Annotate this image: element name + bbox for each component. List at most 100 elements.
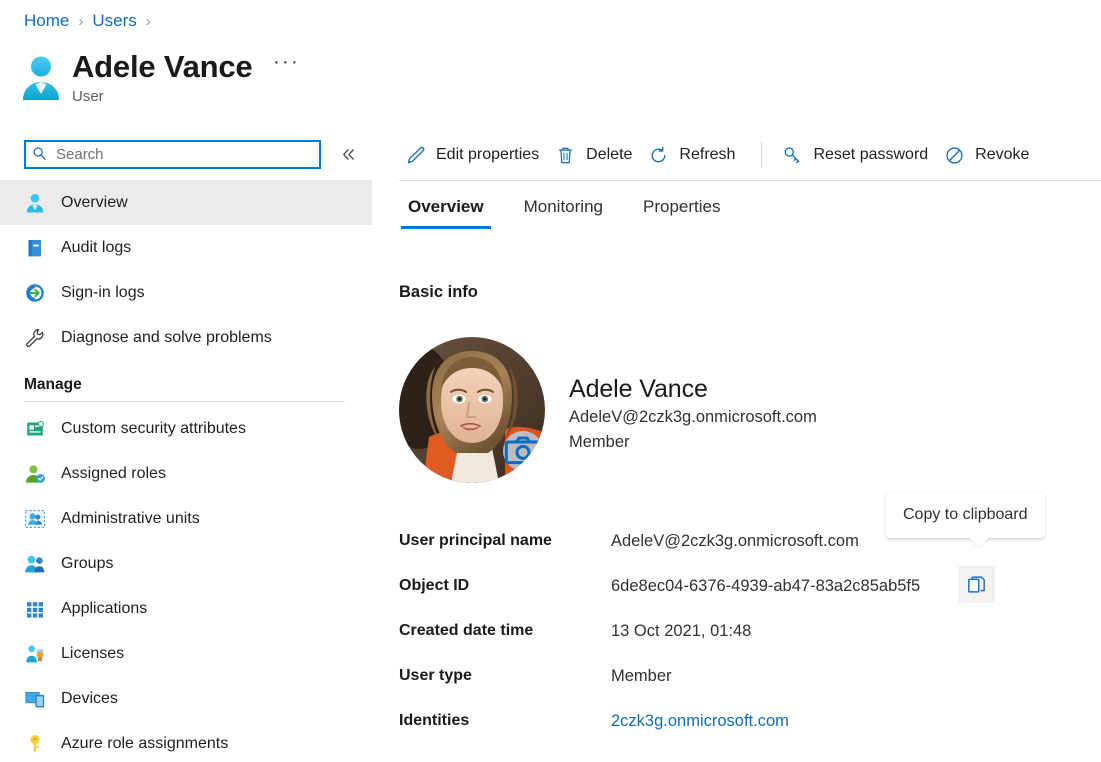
sidebar-item-label: Sign-in logs bbox=[61, 283, 145, 301]
applications-grid-icon bbox=[24, 598, 48, 620]
sidebar-item-label: Administrative units bbox=[61, 509, 200, 527]
sidebar-item-licenses[interactable]: Licenses bbox=[0, 631, 372, 676]
property-row-object-id: Object ID 6de8ec04-6376-4939-ab47-83a2c8… bbox=[399, 563, 1059, 608]
sidebar-item-label: Groups bbox=[61, 554, 114, 572]
breadcrumb: Home › Users › bbox=[24, 11, 160, 31]
copy-icon bbox=[968, 576, 985, 593]
more-options-button[interactable]: ··· bbox=[273, 51, 300, 72]
sidebar-item-label: Azure role assignments bbox=[61, 734, 229, 752]
command-label: Delete bbox=[586, 146, 633, 163]
sidebar-divider bbox=[24, 401, 345, 402]
identity-user-type: Member bbox=[569, 433, 630, 451]
sidebar-item-diagnose-and-solve-problems[interactable]: Diagnose and solve problems bbox=[0, 315, 372, 360]
collapse-sidebar-button[interactable] bbox=[337, 143, 359, 165]
property-key: User principal name bbox=[399, 531, 552, 549]
page-title-wrap: Adele Vance ··· User bbox=[72, 48, 300, 106]
administrative-units-icon bbox=[24, 508, 48, 530]
sidebar-item-label: Assigned roles bbox=[61, 464, 166, 482]
edit-properties-button[interactable]: Edit properties bbox=[399, 136, 549, 174]
reset-password-button[interactable]: Reset password bbox=[776, 136, 938, 174]
sidebar-item-label: Overview bbox=[61, 193, 128, 211]
key-icon bbox=[24, 733, 48, 755]
command-label: Refresh bbox=[679, 146, 736, 163]
sidebar-item-sign-in-logs[interactable]: Sign-in logs bbox=[0, 270, 372, 315]
sign-in-icon bbox=[24, 282, 48, 304]
identity-card: Adele Vance AdeleV@2czk3g.onmicrosoft.co… bbox=[399, 337, 817, 483]
basic-info-properties: User principal name AdeleV@2czk3g.onmicr… bbox=[399, 518, 1059, 743]
main-content: Edit properties Delete Refresh Reset pas… bbox=[372, 0, 1101, 762]
chevron-double-left-icon bbox=[342, 148, 354, 160]
identity-name: Adele Vance bbox=[569, 375, 708, 403]
sidebar-item-custom-security-attributes[interactable]: Custom security attributes bbox=[0, 406, 372, 451]
property-key: User type bbox=[399, 666, 472, 684]
revoke-sessions-button[interactable]: Revoke bbox=[938, 136, 1039, 174]
sidebar-nav-list: Overview Audit logs Sign-in logs Diagnos… bbox=[0, 180, 372, 762]
pencil-icon bbox=[405, 145, 427, 165]
sidebar-item-applications[interactable]: Applications bbox=[0, 586, 372, 631]
property-value: 6de8ec04-6376-4939-ab47-83a2c85ab5f5 bbox=[611, 576, 921, 595]
key-icon bbox=[782, 145, 804, 165]
sidebar-item-label: Applications bbox=[61, 599, 148, 617]
sidebar: Overview Audit logs Sign-in logs bbox=[0, 134, 372, 762]
revoke-icon bbox=[944, 145, 966, 165]
command-label: Edit properties bbox=[436, 146, 540, 163]
wrench-icon bbox=[24, 327, 48, 349]
breadcrumb-item-home[interactable]: Home bbox=[24, 11, 69, 31]
breadcrumb-separator-icon: › bbox=[145, 12, 151, 30]
camera-icon bbox=[504, 436, 542, 465]
licenses-icon bbox=[24, 643, 48, 665]
avatar bbox=[399, 337, 545, 483]
toolbar-divider bbox=[761, 142, 763, 168]
devices-icon bbox=[24, 688, 48, 710]
page-title: Adele Vance bbox=[72, 49, 253, 84]
tab-bar: Overview Monitoring Properties bbox=[399, 196, 751, 229]
page-header: Adele Vance ··· User bbox=[20, 48, 300, 106]
command-label: Reset password bbox=[813, 146, 929, 163]
property-row-user-type: User type Member bbox=[399, 653, 1059, 698]
breadcrumb-separator-icon: › bbox=[78, 12, 84, 30]
user-avatar-icon bbox=[20, 54, 62, 102]
search-box[interactable] bbox=[24, 139, 321, 169]
sidebar-item-assigned-roles[interactable]: Assigned roles bbox=[0, 451, 372, 496]
tab-monitoring[interactable]: Monitoring bbox=[515, 196, 612, 229]
sidebar-item-overview[interactable]: Overview bbox=[0, 180, 372, 225]
assigned-roles-icon bbox=[24, 463, 48, 485]
property-row-created-date-time: Created date time 13 Oct 2021, 01:48 bbox=[399, 608, 1059, 653]
sidebar-group-header-manage: Manage bbox=[24, 376, 82, 393]
sidebar-search-row bbox=[0, 134, 372, 174]
sidebar-item-label: Licenses bbox=[61, 644, 125, 662]
groups-icon bbox=[24, 553, 48, 575]
trash-icon bbox=[555, 145, 577, 165]
command-toolbar: Edit properties Delete Refresh Reset pas… bbox=[372, 129, 1101, 181]
property-key: Created date time bbox=[399, 621, 534, 639]
property-value: Member bbox=[611, 666, 672, 685]
search-input[interactable] bbox=[56, 145, 296, 163]
breadcrumb-item-users[interactable]: Users bbox=[92, 11, 136, 31]
identity-text: Adele Vance AdeleV@2czk3g.onmicrosoft.co… bbox=[569, 337, 817, 455]
property-value-link[interactable]: 2czk3g.onmicrosoft.com bbox=[611, 711, 789, 731]
property-key: Identities bbox=[399, 711, 470, 729]
copy-to-clipboard-button[interactable] bbox=[958, 566, 995, 603]
sidebar-item-azure-role-assignments[interactable]: Azure role assignments bbox=[0, 721, 372, 762]
search-icon bbox=[32, 146, 54, 162]
copy-tooltip: Copy to clipboard bbox=[886, 492, 1045, 538]
user-icon bbox=[24, 192, 48, 214]
refresh-button[interactable]: Refresh bbox=[642, 136, 745, 174]
sidebar-item-label: Devices bbox=[61, 689, 118, 707]
sidebar-item-groups[interactable]: Groups bbox=[0, 541, 372, 586]
property-value: AdeleV@2czk3g.onmicrosoft.com bbox=[611, 531, 859, 550]
sidebar-item-label: Custom security attributes bbox=[61, 419, 246, 437]
sidebar-item-audit-logs[interactable]: Audit logs bbox=[0, 225, 372, 270]
sidebar-item-label: Diagnose and solve problems bbox=[61, 328, 272, 346]
change-photo-button[interactable] bbox=[503, 431, 543, 471]
book-icon bbox=[24, 237, 48, 259]
tab-properties[interactable]: Properties bbox=[634, 196, 729, 229]
property-key: Object ID bbox=[399, 576, 470, 594]
tab-overview[interactable]: Overview bbox=[399, 196, 493, 229]
command-label: Revoke bbox=[975, 146, 1030, 163]
property-row-identities: Identities 2czk3g.onmicrosoft.com bbox=[399, 698, 1059, 743]
sidebar-item-devices[interactable]: Devices bbox=[0, 676, 372, 721]
sidebar-item-label: Audit logs bbox=[61, 238, 132, 256]
sidebar-item-administrative-units[interactable]: Administrative units bbox=[0, 496, 372, 541]
delete-button[interactable]: Delete bbox=[549, 136, 642, 174]
